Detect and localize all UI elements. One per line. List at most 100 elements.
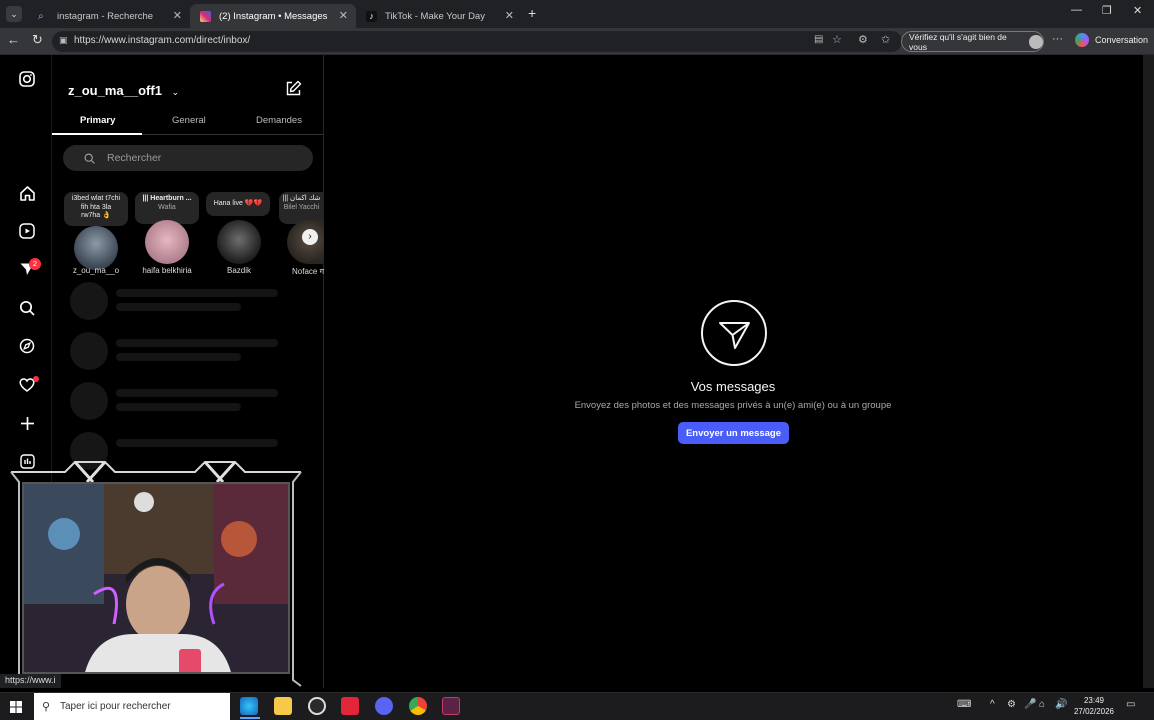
username: z_ou_ma__off1 bbox=[68, 83, 162, 98]
create-plus-icon[interactable] bbox=[17, 413, 37, 433]
edge-browser-icon[interactable] bbox=[240, 697, 258, 715]
note-bubble[interactable]: Hana live 💔💔 bbox=[206, 192, 270, 216]
copilot-conversation-button[interactable]: Conversation bbox=[1075, 33, 1148, 47]
windows-start-icon[interactable] bbox=[10, 700, 22, 718]
loading-avatar bbox=[70, 282, 108, 320]
system-clock[interactable]: 23:49 27/02/2026 bbox=[1070, 695, 1118, 717]
note-bubble[interactable]: i3bed wlat t7chi fih hta 3la rw7ha 👌 bbox=[64, 192, 128, 226]
extensions-icon[interactable]: ⚙ bbox=[858, 33, 868, 46]
note-text: ||| Heartburn ... bbox=[142, 195, 192, 202]
minimize-icon[interactable]: — bbox=[1071, 4, 1082, 16]
date: 27/02/2026 bbox=[1073, 707, 1115, 716]
verify-label: Vérifiez qu'il s'agit bien de vous bbox=[909, 31, 1007, 52]
empty-state-title: Vos messages bbox=[690, 379, 776, 394]
notification-badge: 2 bbox=[29, 258, 41, 270]
tab-instagram-messages[interactable]: (2) Instagram • Messages ✕ bbox=[190, 4, 356, 28]
refresh-icon[interactable]: ↻ bbox=[32, 32, 43, 48]
close-window-icon[interactable]: ✕ bbox=[1133, 4, 1142, 17]
close-tab-icon[interactable]: ✕ bbox=[505, 9, 514, 22]
chevron-down-icon: ⌄ bbox=[171, 87, 180, 97]
search-icon bbox=[84, 151, 95, 169]
loading-line bbox=[116, 389, 278, 397]
explore-compass-icon[interactable] bbox=[17, 336, 37, 356]
copilot-icon bbox=[1075, 33, 1089, 47]
note-subtext: Bilel Yacchi bbox=[283, 203, 320, 211]
notification-dot bbox=[33, 376, 39, 382]
app-icon[interactable] bbox=[308, 697, 326, 715]
tab-general[interactable]: General bbox=[172, 115, 206, 126]
note-username: haifa belkhiria bbox=[142, 266, 192, 275]
tab-title: TikTok - Make Your Day bbox=[385, 10, 485, 22]
favorite-star-icon[interactable]: ☆ bbox=[832, 33, 842, 46]
note-username: Bazdik bbox=[226, 266, 251, 275]
note-text: Hana live 💔💔 bbox=[213, 200, 263, 207]
avatar[interactable] bbox=[217, 220, 261, 264]
tab-primary[interactable]: Primary bbox=[80, 115, 115, 126]
new-message-icon[interactable] bbox=[285, 80, 302, 102]
volume-icon[interactable]: 🔊 bbox=[1055, 699, 1067, 710]
restore-icon[interactable]: ❐ bbox=[1102, 4, 1112, 17]
back-arrow-icon[interactable]: ← bbox=[7, 32, 20, 47]
tab-actions-chevron-icon[interactable]: ⌄ bbox=[6, 6, 22, 22]
show-hidden-icons-chevron-icon[interactable]: ^ bbox=[990, 699, 995, 710]
reels-icon[interactable] bbox=[17, 221, 37, 241]
page-info-lock-icon[interactable]: ▣ bbox=[59, 35, 68, 46]
chrome-icon[interactable] bbox=[409, 697, 427, 715]
note-text: ||| شك اكمان bbox=[282, 195, 321, 202]
loading-avatar bbox=[70, 382, 108, 420]
close-tab-icon[interactable]: ✕ bbox=[173, 9, 182, 22]
loading-line bbox=[116, 353, 241, 361]
url-text: https://www.instagram.com/direct/inbox/ bbox=[74, 35, 251, 46]
empty-state-description: Envoyez des photos et des messages privé… bbox=[574, 400, 892, 411]
avatar[interactable] bbox=[145, 220, 189, 264]
loading-line bbox=[116, 289, 278, 297]
close-tab-icon[interactable]: ✕ bbox=[339, 9, 348, 22]
adobe-app-icon[interactable] bbox=[341, 697, 359, 715]
time: 23:49 bbox=[1083, 696, 1105, 705]
microphone-icon[interactable]: 🎤 bbox=[1024, 699, 1036, 710]
more-options-icon[interactable]: ··· bbox=[1052, 33, 1063, 45]
avatar[interactable] bbox=[74, 226, 118, 270]
page-scrollbar[interactable] bbox=[1143, 55, 1154, 688]
messages-paper-plane-icon bbox=[701, 300, 767, 366]
network-icon[interactable]: ⌂ bbox=[1039, 699, 1045, 710]
active-tab-indicator bbox=[52, 133, 142, 135]
note-username: z_ou_ma__o bbox=[72, 266, 120, 275]
search-icon: ⌕ bbox=[38, 10, 44, 22]
favorites-icon[interactable]: ✩ bbox=[881, 33, 890, 46]
taskbar-search-placeholder: Taper ici pour rechercher bbox=[60, 701, 171, 712]
tiktok-favicon-icon: ♪ bbox=[366, 10, 377, 22]
account-switcher[interactable]: z_ou_ma__off1 ⌄ bbox=[68, 83, 179, 98]
instagram-favicon-icon bbox=[200, 10, 211, 22]
tab-title: (2) Instagram • Messages bbox=[219, 10, 328, 22]
search-icon[interactable] bbox=[17, 298, 37, 318]
loading-line bbox=[116, 339, 278, 347]
new-tab-plus-icon[interactable]: + bbox=[528, 5, 536, 21]
next-arrow-icon[interactable]: › bbox=[302, 229, 318, 245]
instagram-logo-icon[interactable] bbox=[17, 69, 37, 89]
discord-icon[interactable] bbox=[375, 697, 393, 715]
loading-line bbox=[116, 403, 241, 411]
note-text: fih hta 3la bbox=[80, 203, 112, 211]
webcam-feed bbox=[22, 482, 290, 674]
search-icon: ⚲ bbox=[42, 701, 51, 713]
note-username: Noface ग bbox=[292, 267, 324, 276]
send-message-button[interactable]: Envoyer un message bbox=[678, 422, 789, 444]
tab-instagram-search[interactable]: ⌕ instagram - Recherche ✕ bbox=[28, 4, 190, 28]
keyboard-icon[interactable]: ⌨ bbox=[957, 699, 971, 710]
vivaldi-icon[interactable] bbox=[442, 697, 460, 715]
home-icon[interactable] bbox=[17, 183, 37, 203]
notification-center-icon[interactable]: ▭ bbox=[1126, 699, 1135, 710]
profile-avatar-icon bbox=[1029, 34, 1043, 49]
taskbar-search-input[interactable]: Taper ici pour rechercher bbox=[34, 693, 230, 720]
loading-line bbox=[116, 303, 241, 311]
reader-view-icon[interactable]: ▤ bbox=[814, 34, 823, 45]
verify-identity-button[interactable]: Vérifiez qu'il s'agit bien de vous bbox=[901, 31, 1044, 52]
search-input[interactable] bbox=[63, 145, 313, 171]
tray-app-icon[interactable]: ⚙ bbox=[1007, 699, 1016, 710]
conversation-label: Conversation bbox=[1095, 35, 1149, 45]
tab-demandes[interactable]: Demandes bbox=[256, 115, 302, 126]
loading-avatar bbox=[70, 332, 108, 370]
file-explorer-icon[interactable] bbox=[274, 697, 292, 715]
tab-tiktok[interactable]: ♪ TikTok - Make Your Day ✕ bbox=[356, 4, 522, 28]
